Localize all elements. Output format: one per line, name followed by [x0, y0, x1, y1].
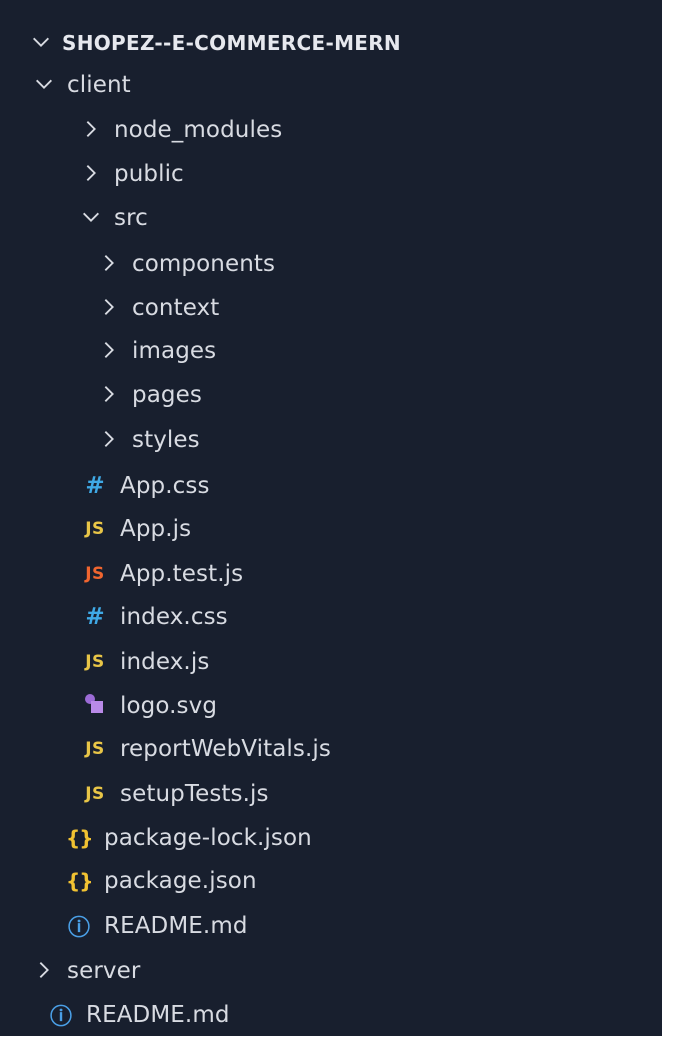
- folder-name: public: [114, 161, 184, 187]
- js-icon: JS: [85, 739, 105, 759]
- explorer-root-folder[interactable]: SHOPEZ--E-COMMERCE-MERN: [0, 21, 662, 65]
- page-margin: [662, 0, 677, 1036]
- file-name: index.css: [120, 604, 228, 630]
- tree-folder-row[interactable]: images: [0, 329, 662, 373]
- js-icon: JS: [85, 652, 105, 672]
- json-braces-icon: {}: [66, 869, 93, 893]
- tree-folder-row[interactable]: client: [0, 63, 662, 107]
- folder-name: pages: [132, 382, 202, 408]
- js-test-icon: JS: [85, 564, 105, 584]
- tree-folder-row[interactable]: src: [0, 196, 662, 240]
- tree-file-row[interactable]: logo.svg: [0, 684, 662, 728]
- file-name: reportWebVitals.js: [120, 736, 331, 762]
- chevron-right-icon: [98, 428, 122, 452]
- chevron-right-icon: [33, 959, 57, 983]
- file-name: index.js: [120, 649, 210, 675]
- tree-folder-row[interactable]: context: [0, 286, 662, 330]
- file-name: App.test.js: [120, 561, 244, 587]
- js-icon: JS: [85, 784, 105, 804]
- tree-file-row[interactable]: JS App.js: [0, 507, 662, 551]
- chevron-down-icon: [33, 73, 57, 97]
- tree-file-row[interactable]: ⓘ README.md: [0, 993, 662, 1037]
- folder-name: client: [67, 72, 131, 98]
- tree-file-row[interactable]: JS reportWebVitals.js: [0, 727, 662, 771]
- chevron-right-icon: [98, 296, 122, 320]
- tree-file-row[interactable]: JS index.js: [0, 640, 662, 684]
- tree-folder-row[interactable]: pages: [0, 373, 662, 417]
- tree-folder-row[interactable]: public: [0, 152, 662, 196]
- file-name: package.json: [104, 868, 257, 894]
- chevron-right-icon: [98, 383, 122, 407]
- tree-folder-row[interactable]: styles: [0, 418, 662, 462]
- file-name: App.css: [120, 473, 210, 499]
- info-icon: ⓘ: [67, 916, 90, 941]
- file-name: README.md: [104, 913, 248, 939]
- svg-shapes-icon: [82, 693, 108, 720]
- tree-file-row[interactable]: JS setupTests.js: [0, 772, 662, 816]
- info-icon: ⓘ: [49, 1005, 72, 1030]
- folder-name: node_modules: [114, 117, 283, 143]
- folder-name: context: [132, 295, 220, 321]
- folder-name: src: [114, 205, 148, 231]
- explorer-root-label: SHOPEZ--E-COMMERCE-MERN: [62, 31, 401, 55]
- folder-name: components: [132, 251, 276, 277]
- file-explorer-panel: SHOPEZ--E-COMMERCE-MERN client node_modul…: [0, 0, 662, 1036]
- json-braces-icon: {}: [66, 826, 93, 850]
- tree-file-row[interactable]: ⓘ README.md: [0, 904, 662, 948]
- chevron-right-icon: [80, 118, 104, 142]
- tree-file-row[interactable]: # index.css: [0, 595, 662, 639]
- file-name: logo.svg: [120, 693, 218, 719]
- tree-folder-row[interactable]: server: [0, 949, 662, 993]
- folder-name: server: [67, 958, 141, 984]
- chevron-right-icon: [98, 339, 122, 363]
- file-name: README.md: [86, 1002, 230, 1028]
- chevron-down-icon: [30, 31, 54, 55]
- file-name: package-lock.json: [104, 825, 312, 851]
- tree-folder-row[interactable]: components: [0, 242, 662, 286]
- folder-name: styles: [132, 427, 200, 453]
- file-name: setupTests.js: [120, 781, 269, 807]
- chevron-down-icon: [80, 206, 104, 230]
- css-hash-icon: #: [85, 604, 105, 630]
- tree-file-row[interactable]: {} package-lock.json: [0, 816, 662, 860]
- chevron-right-icon: [98, 252, 122, 276]
- js-icon: JS: [85, 519, 105, 539]
- tree-file-row[interactable]: JS App.test.js: [0, 552, 662, 596]
- tree-file-row[interactable]: {} package.json: [0, 859, 662, 903]
- tree-folder-row[interactable]: node_modules: [0, 108, 662, 152]
- file-name: App.js: [120, 516, 192, 542]
- chevron-right-icon: [80, 162, 104, 186]
- tree-file-row[interactable]: # App.css: [0, 464, 662, 508]
- folder-name: images: [132, 338, 217, 364]
- css-hash-icon: #: [85, 473, 105, 499]
